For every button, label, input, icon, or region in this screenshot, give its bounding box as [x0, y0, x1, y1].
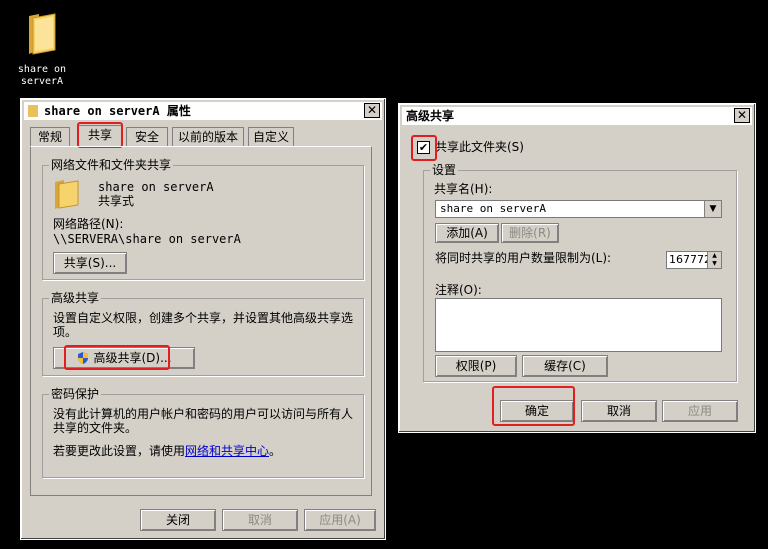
advanced-title: 高级共享 — [406, 109, 455, 123]
advanced-sharing-desc-2: 项。 — [53, 325, 78, 339]
advanced-sharing-group-title: 高级共享 — [49, 290, 102, 306]
uac-shield-icon — [78, 352, 89, 364]
tab-sharing[interactable]: 共享 — [78, 125, 122, 147]
advanced-sharing-desc-1: 设置自定义权限，创建多个共享，并设置其他高级共享选 — [53, 311, 354, 325]
share-name-value: share on serverA — [440, 202, 546, 215]
shared-folder-state: 共享式 — [98, 194, 135, 208]
adv-apply-button[interactable]: 应用 — [662, 400, 738, 422]
advanced-close-button[interactable]: ✕ — [734, 108, 750, 123]
folder-label-line2: serverA — [20, 76, 64, 87]
checkmark-icon: ✔ — [418, 141, 429, 154]
share-name-label: 共享名(H): — [434, 182, 493, 196]
advanced-sharing-button[interactable]: 高级共享(D)... — [53, 347, 195, 369]
close-button[interactable]: 关闭 — [140, 509, 216, 531]
folder-label-line1: share on — [17, 64, 67, 75]
user-limit-value: 16777216 — [669, 253, 707, 266]
properties-title: share on serverA 属性 — [44, 104, 191, 118]
password-desc-1: 没有此计算机的用户帐户和密码的用户可以访问与所有人 — [53, 407, 354, 421]
password-desc-2: 共享的文件夹。 — [53, 421, 138, 435]
close-icon: ✕ — [736, 108, 748, 122]
share-folder-checkbox[interactable]: ✔ — [417, 141, 430, 154]
comment-label: 注释(O): — [435, 283, 482, 297]
network-sharing-group-title: 网络文件和文件夹共享 — [49, 157, 174, 173]
advanced-title-bar[interactable]: 高级共享 ✕ — [402, 107, 752, 125]
tab-general[interactable]: 常规 — [30, 127, 70, 147]
settings-group-title: 设置 — [430, 162, 459, 178]
add-share-button[interactable]: 添加(A) — [435, 223, 499, 243]
cancel-button[interactable]: 取消 — [222, 509, 298, 531]
properties-close-button[interactable]: ✕ — [364, 103, 380, 118]
tab-previous-versions[interactable]: 以前的版本 — [172, 127, 244, 147]
tab-customize[interactable]: 自定义 — [248, 127, 294, 147]
share-button[interactable]: 共享(S)... — [53, 252, 127, 274]
apply-button[interactable]: 应用(A) — [304, 509, 376, 531]
close-icon: ✕ — [366, 103, 378, 117]
permissions-button[interactable]: 权限(P) — [435, 355, 517, 377]
user-limit-spinner[interactable]: 16777216 ▲▼ — [666, 251, 722, 269]
password-protection-group-title: 密码保护 — [49, 386, 102, 402]
network-sharing-center-link[interactable]: 网络和共享中心 — [185, 444, 269, 458]
cache-button[interactable]: 缓存(C) — [522, 355, 608, 377]
chevron-down-icon[interactable]: ▼ — [704, 201, 721, 217]
spinner-arrows-icon[interactable]: ▲ ▼ — [707, 252, 721, 268]
share-folder-label: 共享此文件夹(S) — [435, 140, 524, 154]
password-change-text: 若要更改此设置，请使用网络和共享中心。 — [53, 444, 282, 458]
tab-security[interactable]: 安全 — [126, 127, 168, 147]
folder-small-icon — [28, 105, 38, 117]
comment-textarea[interactable] — [435, 298, 722, 352]
remove-share-button[interactable]: 删除(R) — [501, 223, 559, 243]
adv-cancel-button[interactable]: 取消 — [581, 400, 657, 422]
share-name-select[interactable]: share on serverA ▼ — [435, 200, 722, 218]
folder-icon — [29, 13, 56, 55]
ok-button[interactable]: 确定 — [500, 400, 574, 422]
user-limit-label: 将同时共享的用户数量限制为(L): — [435, 251, 612, 265]
desktop-folder-shortcut[interactable]: share on serverA — [14, 10, 70, 88]
network-path-label: 网络路径(N): — [53, 217, 124, 231]
network-path-value: \\SERVERA\share on serverA — [53, 232, 241, 246]
shared-folder-name: share on serverA — [98, 180, 214, 194]
shared-folder-icon — [55, 180, 79, 209]
properties-title-bar[interactable]: share on serverA 属性 ✕ — [24, 102, 382, 120]
